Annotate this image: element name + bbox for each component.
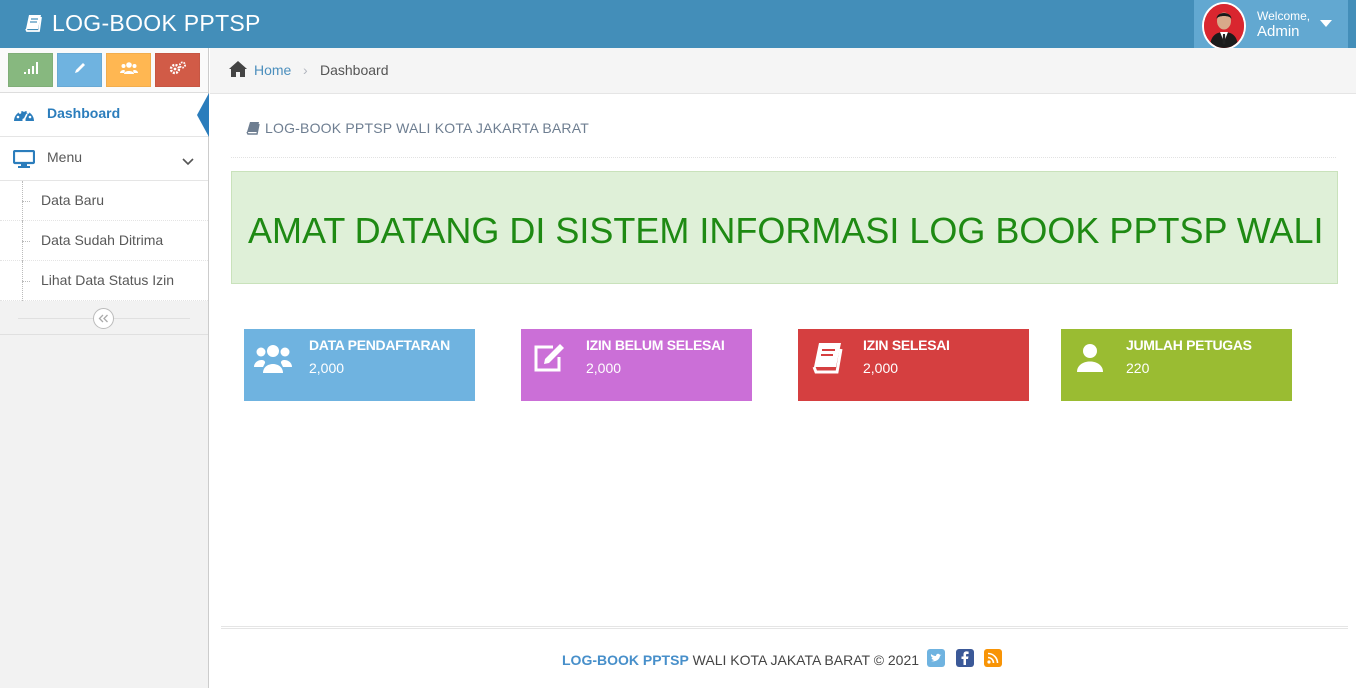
submenu-item-data-baru[interactable]: Data Baru <box>0 181 208 221</box>
stat-box-izin-belum-selesai[interactable]: IZIN BELUM SELESAI 2,000 <box>521 329 752 401</box>
tree-dash <box>22 241 30 242</box>
book-icon <box>808 341 846 375</box>
tachometer-icon <box>13 106 35 124</box>
stat-title: IZIN BELUM SELESAI <box>586 337 725 353</box>
welcome-marquee-text: AMAT DATANG DI SISTEM INFORMASI LOG BOOK… <box>248 210 1321 251</box>
home-icon <box>228 60 248 83</box>
sidebar-item-label: Dashboard <box>47 105 121 121</box>
breadcrumb-home-link[interactable]: Home <box>254 62 291 78</box>
breadcrumb: Home › Dashboard <box>210 48 1356 94</box>
footer-brand: LOG-BOOK PPTSP <box>562 652 689 668</box>
stat-value: 220 <box>1126 360 1150 376</box>
submenu-item-label: Lihat Data Status Izin <box>41 272 175 288</box>
sidebar-item-label: Menu <box>47 149 83 165</box>
caret-down-icon[interactable] <box>1320 20 1332 27</box>
tree-dash <box>22 281 30 282</box>
sidebar-item-dashboard[interactable]: Dashboard <box>0 93 209 137</box>
edit-icon <box>531 341 569 375</box>
cogs-icon <box>169 61 187 80</box>
shortcut-users-button[interactable] <box>106 53 151 87</box>
double-angle-left-icon <box>98 310 109 328</box>
rss-icon[interactable] <box>984 649 1002 667</box>
stat-title: IZIN SELESAI <box>863 337 950 353</box>
stat-title: DATA PENDAFTARAN <box>309 337 450 353</box>
page-title: LOG-BOOK PPTSP WALI KOTA JAKARTA BARAT <box>265 120 589 136</box>
stat-value: 2,000 <box>863 360 899 376</box>
book-icon <box>24 13 44 33</box>
users-icon <box>254 341 292 375</box>
tree-dash <box>22 201 30 202</box>
users-icon <box>119 61 138 80</box>
stat-value: 2,000 <box>586 360 622 376</box>
sidebar-shortcuts <box>0 48 208 93</box>
stat-value: 2,000 <box>309 360 345 376</box>
submenu-item-label: Data Baru <box>41 192 105 208</box>
collapse-sidebar-button[interactable] <box>93 308 114 329</box>
brand-title: LOG-BOOK PPTSP <box>52 9 261 36</box>
footer-text: LOG-BOOK PPTSP WALI KOTA JAKATA BARAT © … <box>562 652 919 668</box>
stat-box-data-pendaftaran[interactable]: DATA PENDAFTARAN 2,000 <box>244 329 475 401</box>
pencil-icon <box>73 61 87 80</box>
active-indicator <box>197 93 209 137</box>
avatar <box>1202 2 1246 50</box>
sidebar-item-menu[interactable]: Menu <box>0 137 208 181</box>
breadcrumb-current: Dashboard <box>320 62 389 78</box>
submenu-item-label: Data Sudah Ditrima <box>41 232 164 248</box>
submenu-item-lihat-data-status-izin[interactable]: Lihat Data Status Izin <box>0 261 208 301</box>
welcome-banner: AMAT DATANG DI SISTEM INFORMASI LOG BOOK… <box>231 171 1338 284</box>
user-name: Admin <box>1257 23 1300 40</box>
welcome-label: Welcome, <box>1257 9 1311 23</box>
stat-box-jumlah-petugas[interactable]: JUMLAH PETUGAS 220 <box>1061 329 1292 401</box>
book-icon <box>246 121 260 140</box>
twitter-icon[interactable] <box>927 649 945 667</box>
desktop-icon <box>13 150 35 168</box>
stat-box-izin-selesai[interactable]: IZIN SELESAI 2,000 <box>798 329 1029 401</box>
shortcut-pencil-button[interactable] <box>57 53 102 87</box>
brand-link[interactable]: LOG-BOOK PPTSP <box>24 8 261 38</box>
user-icon <box>1071 341 1109 375</box>
shortcut-cogs-button[interactable] <box>155 53 200 87</box>
stat-title: JUMLAH PETUGAS <box>1126 337 1252 353</box>
signal-icon <box>23 61 39 80</box>
welcome-text: Welcome, Admin <box>1257 9 1310 39</box>
facebook-icon[interactable] <box>956 649 974 667</box>
submenu-item-data-sudah-ditrima[interactable]: Data Sudah Ditrima <box>0 221 208 261</box>
footer: LOG-BOOK PPTSP WALI KOTA JAKATA BARAT © … <box>221 626 1348 688</box>
chevron-down-icon[interactable] <box>182 153 194 171</box>
sidebar-collapse <box>0 301 208 335</box>
submenu: Data Baru Data Sudah Ditrima Lihat Data … <box>0 181 208 301</box>
page-header: LOG-BOOK PPTSP WALI KOTA JAKARTA BARAT <box>231 118 1336 158</box>
footer-copyright: WALI KOTA JAKATA BARAT © 2021 <box>688 652 920 668</box>
breadcrumb-separator: › <box>303 62 308 78</box>
navbar: LOG-BOOK PPTSP Welcome, Admin <box>0 0 1356 50</box>
user-menu[interactable]: Welcome, Admin <box>1194 0 1348 50</box>
shortcut-signal-button[interactable] <box>8 53 53 87</box>
sidebar: Dashboard Menu Data Baru Data Sudah Ditr… <box>0 48 209 688</box>
